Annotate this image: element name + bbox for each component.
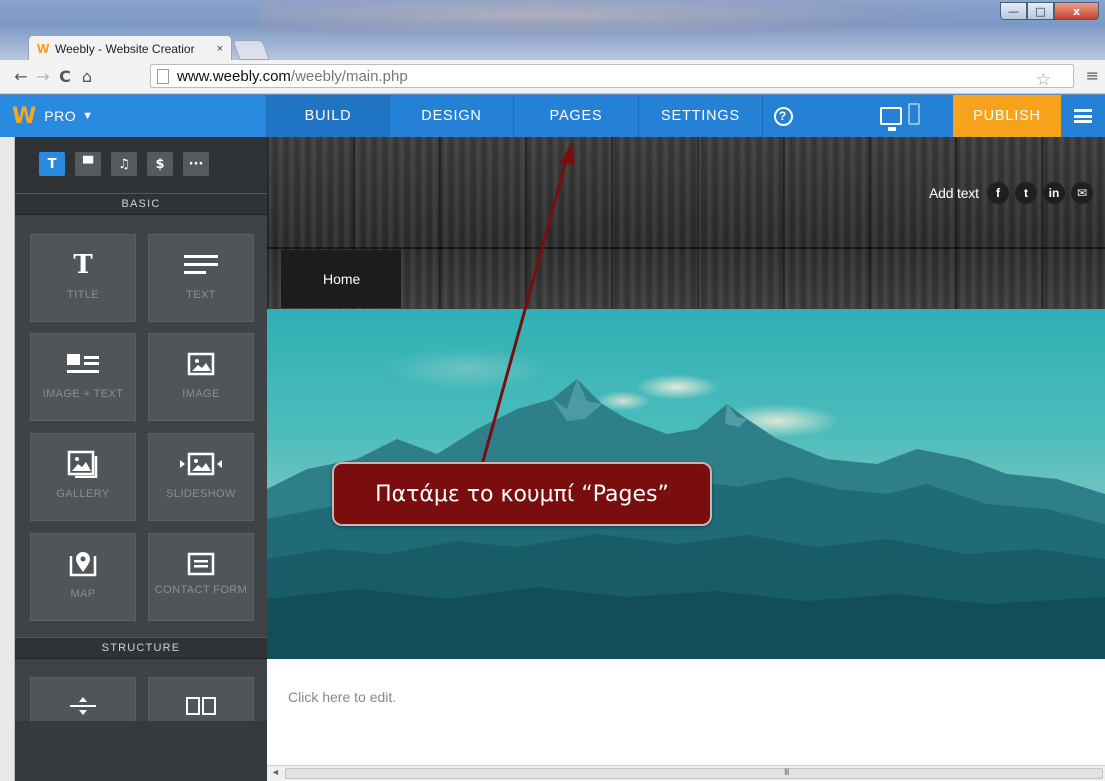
header-divider [267,247,1105,249]
element-columns[interactable] [148,677,254,723]
element-label: CONTACT FORM [154,584,248,596]
element-label: TEXT [186,289,216,301]
plan-label: PRO [44,108,77,124]
section-header-basic: BASIC [15,193,267,215]
element-label: SLIDESHOW [166,488,236,500]
browser-menu-icon[interactable]: ≡ [1086,66,1099,85]
slideshow-icon [179,448,223,480]
editor-tabs: BUILD DESIGN PAGES SETTINGS ? [267,95,803,137]
element-image[interactable]: IMAGE [148,333,254,421]
facebook-icon[interactable]: f [987,182,1009,204]
twitter-icon[interactable]: t [1015,182,1037,204]
element-label: GALLERY [56,488,110,500]
back-arrow-icon[interactable]: ← [10,67,32,86]
tab-title: Weebly - Website Creatior [55,41,195,56]
tab-pages[interactable]: PAGES [514,95,639,137]
scrollbar-grip-icon: III [784,767,789,777]
element-label: IMAGE [182,388,220,400]
divider-icon [68,690,98,722]
publish-button[interactable]: PUBLISH [953,95,1061,137]
url-host: www.weebly.com [177,67,291,85]
bookmark-star-icon[interactable]: ☆ [1036,70,1051,90]
weebly-logo-icon: W [12,103,37,129]
content-area[interactable]: Click here to edit. [267,659,1105,769]
editable-text-placeholder[interactable]: Click here to edit. [288,689,396,705]
help-icon: ? [773,106,793,126]
device-toggle [880,103,920,131]
element-map[interactable]: MAP [30,533,136,621]
element-divider[interactable] [30,677,136,723]
image-text-icon [66,348,100,380]
linkedin-icon[interactable]: in [1043,182,1065,204]
element-label: MAP [70,588,96,600]
site-nav-home[interactable]: Home [281,250,401,308]
category-text-icon[interactable]: T [39,152,65,176]
annotation-callout: Πατάμε το κουμπί “Pages” [332,462,712,526]
url-field[interactable]: www.weebly.com/weebly/main.php ☆ [150,64,1074,90]
weebly-toolbar: W PRO ▼ BUILD DESIGN PAGES SETTINGS ? PU… [0,95,1105,137]
map-pin-icon [68,548,98,580]
reload-icon[interactable]: C [54,67,76,86]
chevron-down-icon: ▼ [82,110,94,122]
element-label: TITLE [67,289,99,301]
category-dollar-icon[interactable]: $ [147,152,173,176]
site-preview[interactable]: Add text f t in ✉ Home Click here to edi… [267,137,1105,781]
element-contact-form[interactable]: CONTACT FORM [148,533,254,621]
gallery-icon [67,448,99,480]
element-text[interactable]: TEXT [148,234,254,322]
elements-sidebar: T ▀ ♫ $ ··· BASIC T TITLE TEXT IMAGE + T… [15,137,267,781]
text-lines-icon [184,249,218,281]
social-icons: f t in ✉ [987,182,1093,204]
scroll-left-icon[interactable]: ◄ [271,767,280,777]
page-icon [157,68,169,84]
email-icon[interactable]: ✉ [1071,182,1093,204]
minimize-button[interactable]: — [1000,2,1027,20]
hamburger-icon [1074,109,1092,123]
weebly-favicon-icon: W [37,40,50,56]
category-more-icon[interactable]: ··· [183,152,209,176]
address-bar: ← → C ⌂ www.weebly.com/weebly/main.php ☆… [0,60,1105,94]
sidebar-footer [15,721,267,781]
horizontal-scrollbar[interactable]: ◄ III [267,765,1105,781]
section-header-structure: STRUCTURE [15,637,267,659]
home-icon[interactable]: ⌂ [76,67,98,86]
category-music-icon[interactable]: ♫ [111,152,137,176]
url-path: /weebly/main.php [290,67,408,85]
element-image-text[interactable]: IMAGE + TEXT [30,333,136,421]
header-add-text[interactable]: Add text [929,185,979,201]
tab-close-icon[interactable]: × [217,43,223,55]
forward-arrow-icon[interactable]: → [32,67,54,86]
plan-menu[interactable]: W PRO ▼ [0,95,267,137]
element-label: IMAGE + TEXT [42,388,124,400]
tab-build[interactable]: BUILD [267,95,390,137]
form-icon [187,548,215,580]
element-title[interactable]: T TITLE [30,234,136,322]
browser-tab[interactable]: W Weebly - Website Creatior × [28,35,232,61]
element-slideshow[interactable]: SLIDESHOW [148,433,254,521]
category-structure-icon[interactable]: ▀ [75,152,101,176]
left-edge [0,137,15,781]
mobile-view-icon[interactable] [908,103,920,125]
window-controls: — □ x [1000,2,1099,20]
hamburger-menu-button[interactable] [1061,95,1105,137]
close-window-button[interactable]: x [1054,2,1099,20]
image-icon [187,348,215,380]
element-gallery[interactable]: GALLERY [30,433,136,521]
tab-settings[interactable]: SETTINGS [639,95,763,137]
columns-icon [185,690,217,722]
maximize-button[interactable]: □ [1027,2,1054,20]
tab-design[interactable]: DESIGN [390,95,514,137]
help-button[interactable]: ? [763,95,803,137]
element-categories: T ▀ ♫ $ ··· [15,137,267,193]
scrollbar-thumb[interactable] [285,768,1103,779]
desktop-view-icon[interactable] [880,107,902,131]
title-icon: T [73,250,93,280]
